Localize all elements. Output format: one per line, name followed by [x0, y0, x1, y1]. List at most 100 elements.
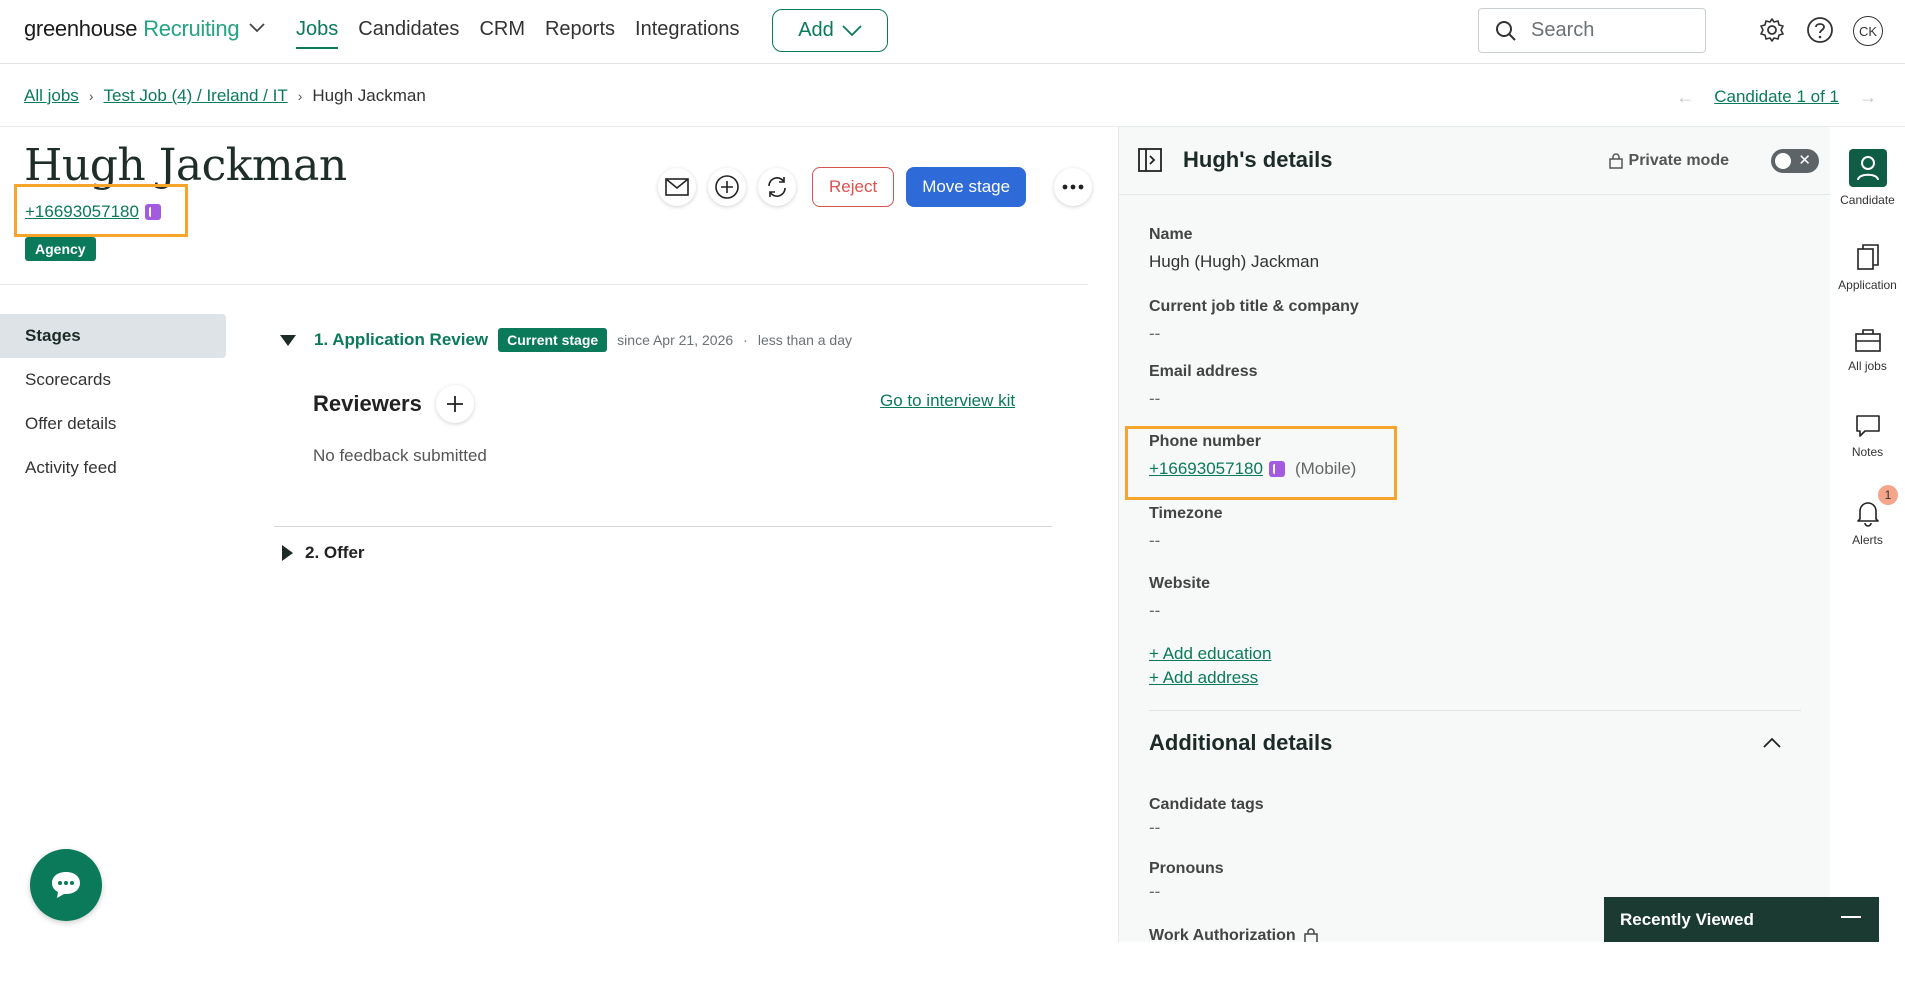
- candidate-actions: Reject Move stage: [658, 167, 1093, 207]
- transfer-button[interactable]: [758, 168, 796, 206]
- email-button[interactable]: [658, 168, 696, 206]
- chat-icon: [52, 872, 80, 898]
- stage-duration: less than a day: [757, 332, 852, 348]
- refresh-icon: [768, 177, 786, 197]
- add-button[interactable]: Add: [772, 9, 888, 52]
- nav-reports[interactable]: Reports: [545, 18, 615, 49]
- job-value: --: [1149, 324, 1161, 343]
- chevron-right-icon: ›: [88, 88, 94, 104]
- pronouns-field: Pronouns --: [1149, 860, 1224, 902]
- phone-label: Phone number: [1149, 433, 1262, 450]
- caret-down-icon[interactable]: [280, 334, 296, 346]
- rail-notes[interactable]: Notes: [1830, 413, 1905, 459]
- search-box[interactable]: [1478, 8, 1706, 53]
- candidate-phone-row: +16693057180: [25, 202, 161, 222]
- tags-field: Candidate tags --: [1149, 796, 1264, 838]
- arrow-right-icon[interactable]: →: [1853, 82, 1883, 112]
- add-education-link[interactable]: + Add education: [1149, 644, 1271, 664]
- nav-jobs[interactable]: Jobs: [296, 18, 339, 49]
- timezone-label: Timezone: [1149, 505, 1223, 522]
- chat-button[interactable]: [30, 849, 102, 921]
- move-stage-button[interactable]: Move stage: [906, 167, 1027, 207]
- candidate-phone-link[interactable]: +16693057180: [25, 202, 139, 222]
- arrow-left-icon[interactable]: ←: [1670, 82, 1700, 112]
- stage-1-header[interactable]: 1. Application Review Current stage sinc…: [280, 328, 852, 352]
- job-label: Current job title & company: [1149, 298, 1359, 315]
- sidenav-offer-details[interactable]: Offer details: [0, 402, 226, 446]
- no-feedback-text: No feedback submitted: [313, 446, 487, 465]
- candidate-sidenav: Stages Scorecards Offer details Activity…: [0, 314, 226, 490]
- pronouns-value: --: [1149, 882, 1161, 901]
- additional-details-title: Additional details: [1149, 730, 1333, 755]
- rail-application[interactable]: Application: [1830, 242, 1905, 292]
- close-icon: ✕: [1798, 152, 1811, 169]
- work-auth-label-row: Work Authorization: [1149, 927, 1318, 942]
- phone-app-icon[interactable]: [1268, 461, 1285, 477]
- minimize-icon[interactable]: [1841, 916, 1861, 918]
- phone-link[interactable]: +16693057180: [1149, 459, 1263, 479]
- search-input[interactable]: [1531, 19, 1681, 42]
- plus-circle-icon: [715, 175, 739, 199]
- add-reviewer-button[interactable]: [435, 385, 474, 423]
- app-logo[interactable]: greenhouse Recruiting: [24, 16, 265, 42]
- work-auth-label: Work Authorization: [1149, 927, 1296, 942]
- gear-icon[interactable]: [1758, 16, 1786, 44]
- recently-viewed-bar[interactable]: Recently Viewed: [1604, 897, 1879, 942]
- phone-app-icon[interactable]: [144, 204, 161, 220]
- nav-integrations[interactable]: Integrations: [635, 18, 740, 49]
- email-value: --: [1149, 389, 1161, 408]
- panel-divider: [1149, 710, 1801, 711]
- rail-alerts[interactable]: 1 Alerts: [1830, 485, 1905, 547]
- chevron-up-icon[interactable]: [1761, 732, 1783, 754]
- rail-candidate[interactable]: Candidate: [1830, 149, 1905, 207]
- rail-application-label: Application: [1838, 278, 1897, 292]
- name-value: Hugh (Hugh) Jackman: [1149, 252, 1320, 271]
- nav-crm[interactable]: CRM: [479, 18, 525, 49]
- rail-all-jobs[interactable]: All jobs: [1830, 327, 1905, 373]
- avatar[interactable]: CK: [1853, 16, 1883, 46]
- timezone-value: --: [1149, 531, 1161, 550]
- rail-alerts-label: Alerts: [1852, 533, 1883, 547]
- reviewers-label: Reviewers: [313, 391, 422, 416]
- candidate-name: Hugh Jackman: [24, 140, 347, 191]
- timezone-field: Timezone --: [1149, 505, 1223, 551]
- private-mode-toggle[interactable]: ✕: [1771, 149, 1819, 173]
- sidenav-scorecards[interactable]: Scorecards: [0, 358, 226, 402]
- right-rail: Candidate Application All jobs Notes 1 A…: [1830, 127, 1905, 942]
- breadcrumb-all-jobs[interactable]: All jobs: [24, 86, 79, 106]
- interview-kit-link[interactable]: Go to interview kit: [880, 391, 1015, 411]
- email-label: Email address: [1149, 363, 1258, 380]
- mail-icon: [665, 178, 689, 196]
- breadcrumb-current: Hugh Jackman: [312, 86, 426, 105]
- reject-button[interactable]: Reject: [812, 167, 895, 207]
- add-button-circle[interactable]: [708, 168, 746, 206]
- breadcrumb-job[interactable]: Test Job (4) / Ireland / IT: [103, 86, 287, 106]
- name-label: Name: [1149, 226, 1193, 243]
- reviewers-header: Reviewers: [313, 385, 474, 423]
- chevron-down-icon[interactable]: [249, 20, 265, 38]
- candidate-pager: ← Candidate 1 of 1 →: [1670, 82, 1883, 112]
- name-field: Name Hugh (Hugh) Jackman: [1149, 226, 1319, 272]
- add-address-link[interactable]: + Add address: [1149, 668, 1258, 688]
- rail-notes-label: Notes: [1851, 445, 1884, 459]
- stage-2-header[interactable]: 2. Offer: [282, 543, 365, 563]
- candidate-pager-link[interactable]: Candidate 1 of 1: [1714, 87, 1839, 107]
- caret-right-icon[interactable]: [282, 545, 293, 561]
- alerts-count-badge: 1: [1878, 485, 1898, 505]
- stage-1-title: 1. Application Review: [314, 330, 489, 349]
- sidenav-activity-feed[interactable]: Activity feed: [0, 446, 226, 490]
- rail-candidate-label: Candidate: [1840, 193, 1895, 207]
- sidenav-stages[interactable]: Stages: [0, 314, 226, 358]
- documents-icon: [1856, 244, 1879, 270]
- collapse-panel-icon[interactable]: [1137, 147, 1163, 173]
- stage-2-title: 2. Offer: [305, 543, 365, 562]
- work-auth-field: Work Authorization: [1149, 927, 1318, 942]
- phone-type: (Mobile): [1294, 459, 1357, 478]
- nav-candidates[interactable]: Candidates: [358, 18, 459, 49]
- person-icon: [1848, 149, 1887, 187]
- email-field: Email address --: [1149, 363, 1258, 409]
- more-button[interactable]: [1054, 168, 1093, 206]
- help-icon[interactable]: [1806, 16, 1834, 44]
- briefcase-icon: [1854, 329, 1881, 352]
- website-value: --: [1149, 601, 1161, 620]
